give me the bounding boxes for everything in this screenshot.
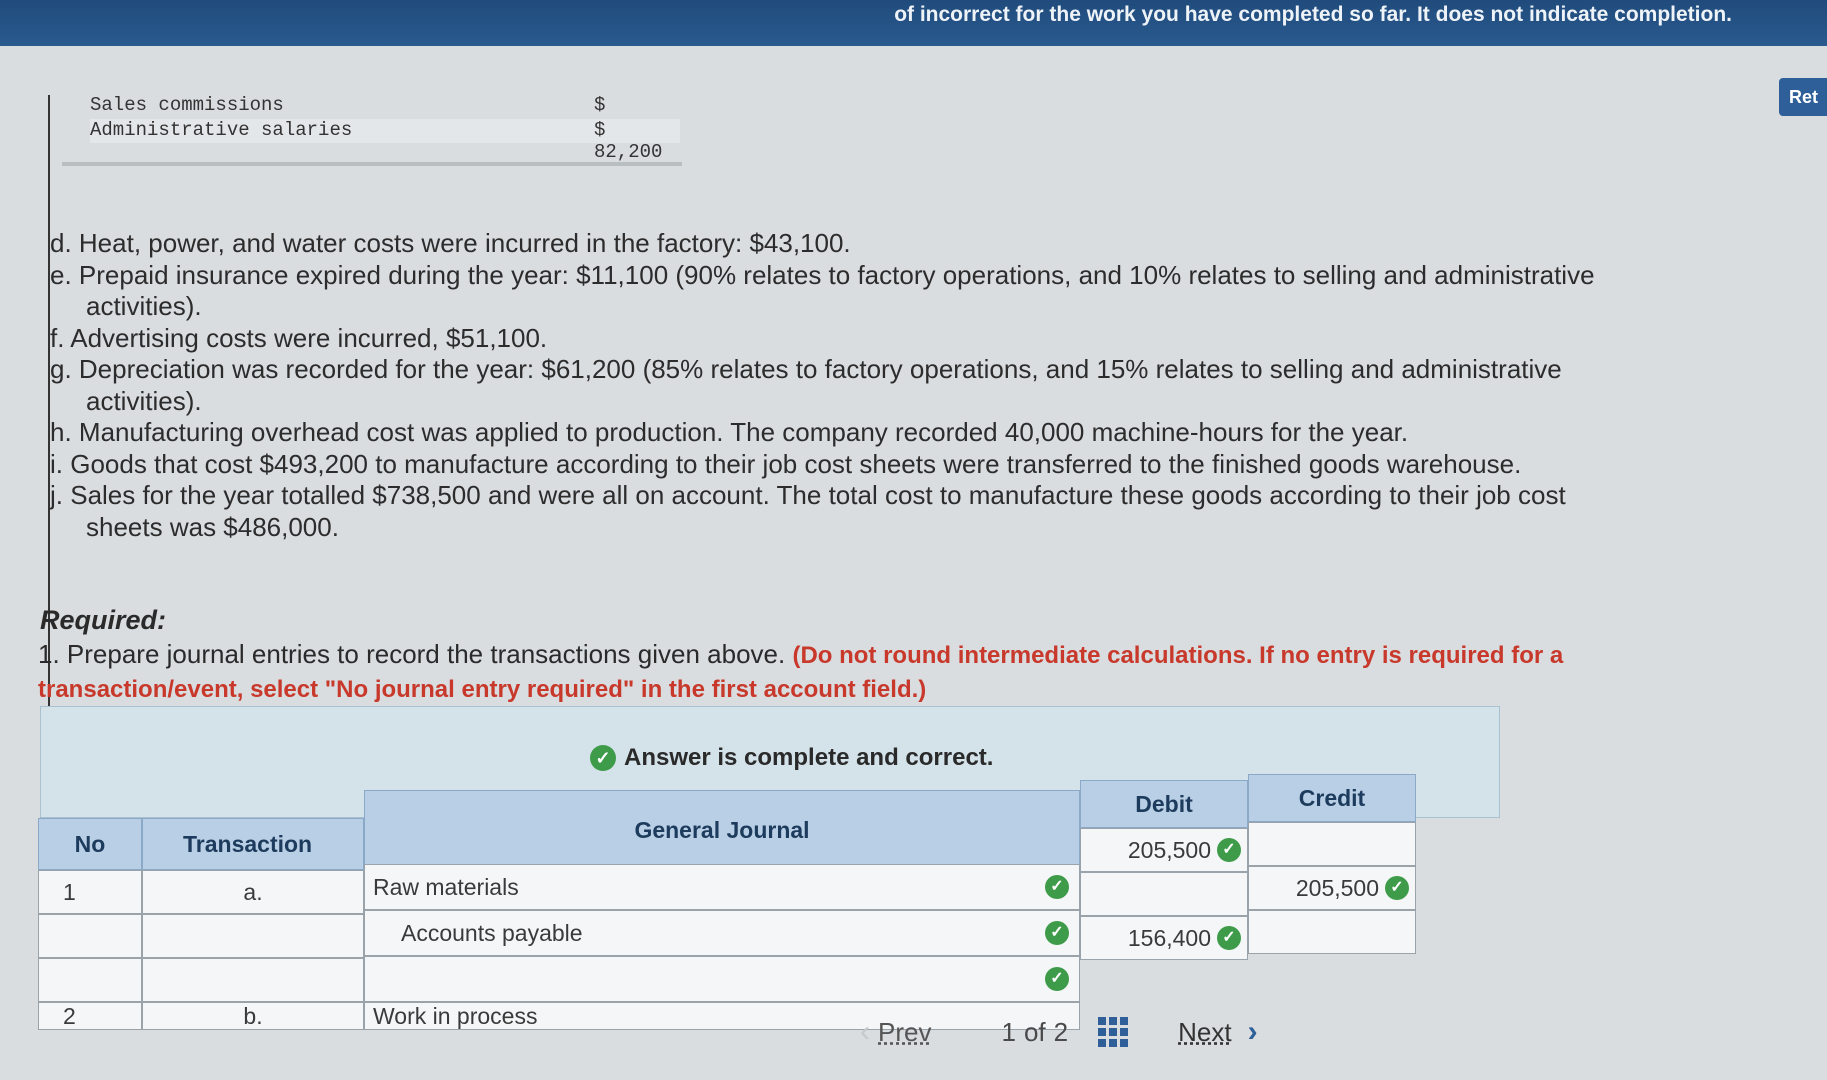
row-transaction: a. xyxy=(142,870,364,914)
debit-input[interactable] xyxy=(1080,872,1248,916)
transaction-item: g. Depreciation was recorded for the yea… xyxy=(50,354,1562,384)
row-no: 1 xyxy=(38,870,142,914)
transaction-item: j. Sales for the year totalled $738,500 … xyxy=(50,480,1566,510)
transaction-item: d. Heat, power, and water costs were inc… xyxy=(50,228,851,258)
check-icon: ✓ xyxy=(1217,838,1241,862)
required-text: 1. Prepare journal entries to record the… xyxy=(38,639,786,669)
credit-input[interactable]: 205,500 ✓ xyxy=(1248,866,1416,910)
header-no: No xyxy=(38,818,142,870)
next-link[interactable]: Next xyxy=(1178,1017,1231,1048)
debit-input[interactable]: 205,500 ✓ xyxy=(1080,828,1248,872)
expense-row: Sales commissions $ 37,100 xyxy=(90,94,680,138)
expense-label: Sales commissions xyxy=(90,94,284,116)
required-heading: Required: xyxy=(40,605,167,635)
account-label: Accounts payable xyxy=(401,919,583,946)
header-general-journal: General Journal xyxy=(364,790,1080,870)
row-no: 2 xyxy=(38,1002,142,1030)
row-no xyxy=(38,958,142,1002)
credit-value: 205,500 xyxy=(1295,874,1379,901)
transaction-item-cont: sheets was $486,000. xyxy=(86,511,339,542)
account-select[interactable]: ✓ xyxy=(364,956,1080,1002)
answer-status-text: Answer is complete and correct. xyxy=(624,744,994,771)
expense-amount: $ 82,200 xyxy=(594,119,663,163)
check-icon: ✓ xyxy=(590,745,616,771)
row-no xyxy=(38,914,142,958)
page-current: 1 xyxy=(1001,1016,1016,1047)
check-icon: ✓ xyxy=(1217,926,1241,950)
debit-value: 156,400 xyxy=(1127,924,1211,951)
status-banner: of incorrect for the work you have compl… xyxy=(0,0,1827,46)
banner-text: of incorrect for the work you have compl… xyxy=(894,3,1732,26)
transaction-item: e. Prepaid insurance expired during the … xyxy=(50,259,1595,290)
expense-row: Administrative salaries $ 82,200 xyxy=(90,119,680,163)
credit-input[interactable] xyxy=(1248,822,1416,866)
header-debit: Debit xyxy=(1080,780,1248,828)
row-transaction xyxy=(142,914,364,958)
account-label: Work in process xyxy=(373,1002,538,1029)
answer-status: ✓ Answer is complete and correct. xyxy=(590,744,993,772)
account-select[interactable]: Raw materials ✓ xyxy=(364,864,1080,910)
transaction-item-cont: activities). xyxy=(86,291,202,321)
check-icon: ✓ xyxy=(1385,876,1409,900)
expense-table: Sales commissions $ 37,100 Administrativ… xyxy=(62,92,682,166)
chevron-right-icon[interactable]: › xyxy=(1248,1015,1258,1049)
account-label: Raw materials xyxy=(373,873,519,900)
row-transaction xyxy=(142,958,364,1002)
debit-input[interactable]: 156,400 ✓ xyxy=(1080,916,1248,960)
prev-link[interactable]: Prev xyxy=(878,1017,931,1048)
transaction-item-cont: activities). xyxy=(86,385,202,416)
transaction-item: h. Manufacturing overhead cost was appli… xyxy=(50,417,1409,447)
row-transaction: b. xyxy=(142,1002,364,1030)
page-total: 2 xyxy=(1053,1016,1069,1047)
transaction-list: d. Heat, power, and water costs were inc… xyxy=(50,228,1650,543)
header-transaction: Transaction xyxy=(142,818,364,870)
pagination: ‹ Prev 1 of 2 Next › xyxy=(860,1015,1258,1049)
account-select[interactable]: Accounts payable ✓ xyxy=(364,910,1080,956)
credit-input[interactable] xyxy=(1248,910,1416,954)
header-credit: Credit xyxy=(1248,774,1416,822)
transaction-item: f. Advertising costs were incurred, $51,… xyxy=(50,322,548,353)
journal-table: No Transaction General Journal Debit Cre… xyxy=(38,770,1418,1030)
return-button-label: Ret xyxy=(1789,86,1819,107)
check-icon: ✓ xyxy=(1045,967,1069,991)
transaction-item: i. Goods that cost $493,200 to manufactu… xyxy=(50,448,1522,479)
return-button[interactable]: Ret xyxy=(1779,78,1827,116)
debit-value: 205,500 xyxy=(1127,836,1211,863)
grid-icon[interactable] xyxy=(1098,1017,1129,1047)
required-instructions: 1. Prepare journal entries to record the… xyxy=(38,638,1658,706)
page-of: of xyxy=(1023,1016,1046,1047)
expense-label: Administrative salaries xyxy=(90,119,353,141)
chevron-left-icon: ‹ xyxy=(860,1015,870,1048)
check-icon: ✓ xyxy=(1045,875,1069,899)
check-icon: ✓ xyxy=(1045,921,1069,945)
